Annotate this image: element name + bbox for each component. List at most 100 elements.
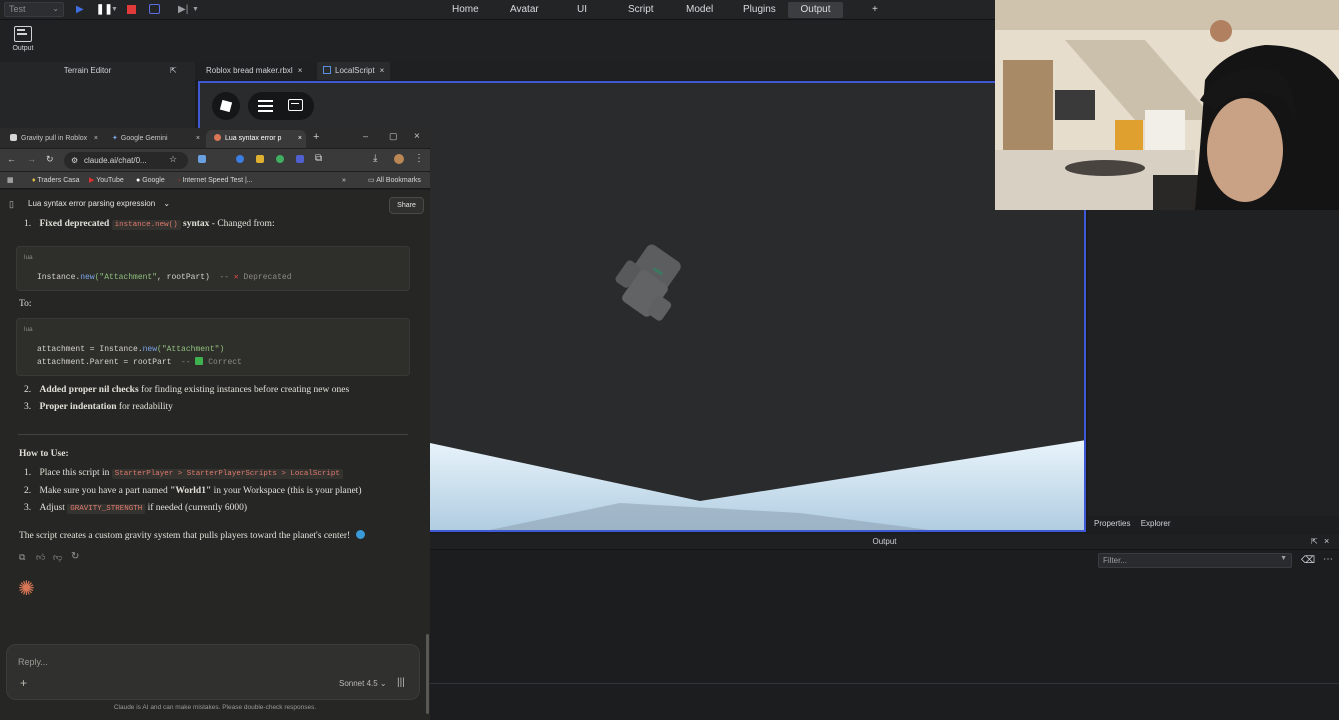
close-icon[interactable]: × bbox=[298, 130, 302, 148]
bookmark-label: Internet Speed Test |... bbox=[182, 177, 253, 184]
popout-icon[interactable]: ⇱ bbox=[170, 66, 177, 75]
extension-icon[interactable] bbox=[236, 155, 244, 163]
more-icon[interactable]: ⋮ bbox=[414, 153, 424, 164]
apps-icon[interactable]: ▦ bbox=[7, 172, 14, 189]
output-filter-input[interactable]: Filter... ▼ bbox=[1098, 553, 1292, 568]
code-token: , rootPart) bbox=[157, 273, 210, 282]
all-bookmarks[interactable]: ▭ All Bookmarks bbox=[368, 172, 421, 189]
tab-home[interactable]: Home bbox=[442, 2, 489, 18]
extension-icon[interactable] bbox=[256, 155, 264, 163]
retry-icon[interactable]: ↻ bbox=[71, 551, 79, 562]
to-label: To: bbox=[19, 299, 32, 309]
forward-icon[interactable]: → bbox=[27, 154, 36, 164]
doc-tab-place[interactable]: Roblox bread maker.rbxl × bbox=[200, 62, 308, 80]
bookmark-item[interactable]: ▶ YouTube bbox=[89, 172, 124, 189]
new-tab-icon[interactable]: + bbox=[313, 131, 319, 143]
code-language: lua bbox=[24, 254, 33, 261]
download-icon[interactable]: ⤓ bbox=[373, 153, 377, 164]
list-text: Make sure you have a part named bbox=[39, 486, 171, 496]
close-icon[interactable]: × bbox=[298, 66, 303, 75]
voice-icon[interactable]: ||| bbox=[397, 677, 405, 688]
extension-icon[interactable] bbox=[296, 155, 304, 163]
list-item: 2. Make sure you have a part named "Worl… bbox=[24, 486, 362, 496]
clear-output-icon[interactable]: ⌫ bbox=[1301, 555, 1315, 566]
screen-icon[interactable] bbox=[149, 4, 160, 14]
roblox-menu-button[interactable] bbox=[212, 92, 240, 120]
close-icon[interactable]: × bbox=[94, 130, 98, 148]
divider bbox=[18, 434, 408, 435]
site-settings-icon[interactable]: ⚙ bbox=[71, 152, 78, 169]
reply-input[interactable]: Reply... + Sonnet 4.5 ⌄ ||| bbox=[6, 644, 420, 700]
tab-properties[interactable]: Properties bbox=[1094, 519, 1130, 528]
browser-tab[interactable]: Gravity pull in Roblox × bbox=[2, 130, 102, 148]
ribbon bbox=[0, 20, 995, 62]
list-number: 2. bbox=[24, 486, 32, 496]
close-icon[interactable]: × bbox=[1324, 536, 1329, 546]
chevron-down-icon[interactable]: ▼ bbox=[192, 3, 199, 16]
extension-icon[interactable] bbox=[198, 155, 206, 163]
bookmark-item[interactable]: ◦ Internet Speed Test |... bbox=[178, 172, 253, 189]
puzzle-icon[interactable]: ⧉ bbox=[315, 153, 322, 164]
list-text: Adjust bbox=[39, 503, 65, 513]
tab-plugins[interactable]: Plugins bbox=[733, 2, 786, 18]
code-language: lua bbox=[24, 326, 33, 333]
hamburger-icon[interactable] bbox=[258, 100, 273, 112]
webcam-feed bbox=[995, 0, 1339, 210]
bold-text: Fixed deprecated bbox=[39, 219, 110, 229]
minimize-icon[interactable]: – bbox=[363, 131, 368, 141]
chat-icon[interactable] bbox=[288, 99, 303, 111]
close-icon[interactable]: × bbox=[196, 130, 200, 148]
back-icon[interactable]: ← bbox=[7, 154, 16, 164]
doc-tab-localscript[interactable]: LocalScript × bbox=[317, 62, 391, 80]
output-ribbon-button[interactable]: Output bbox=[8, 26, 38, 52]
avatar[interactable] bbox=[394, 154, 404, 164]
tab-model[interactable]: Model bbox=[676, 2, 723, 18]
stop-icon[interactable] bbox=[127, 5, 136, 14]
extension-icon[interactable] bbox=[276, 155, 284, 163]
chevron-down-icon[interactable]: ▼ bbox=[111, 3, 118, 16]
browser-tab-active[interactable]: Lua syntax error p × bbox=[206, 130, 306, 148]
step-icon[interactable]: ▶| bbox=[178, 3, 188, 16]
browser-tab[interactable]: ✦ Google Gemini × bbox=[104, 130, 204, 148]
bold-text: Added proper nil checks bbox=[39, 385, 139, 395]
cross-mark-icon: ✕ bbox=[233, 273, 239, 282]
copy-icon[interactable]: ⧉ bbox=[19, 552, 25, 563]
tab-explorer[interactable]: Explorer bbox=[1141, 519, 1171, 528]
code-token: attachment.Parent = rootPart bbox=[37, 358, 172, 367]
tab-script[interactable]: Script bbox=[618, 2, 664, 18]
claude-spark-icon: ✺ bbox=[18, 578, 35, 600]
list-number: 3. bbox=[24, 503, 32, 513]
scrollbar[interactable] bbox=[426, 634, 429, 714]
star-icon[interactable]: ☆ bbox=[169, 154, 177, 165]
close-window-icon[interactable]: × bbox=[414, 131, 420, 142]
thumbs-up-icon[interactable]: 👍︎ bbox=[36, 552, 45, 563]
tab-ui[interactable]: UI bbox=[567, 2, 597, 18]
maximize-icon[interactable]: ▢ bbox=[389, 131, 398, 142]
add-attachment-icon[interactable]: + bbox=[20, 676, 27, 690]
output-ribbon-label: Output bbox=[12, 45, 34, 52]
bookmark-item[interactable]: ♦ Traders Casa bbox=[32, 172, 80, 189]
close-icon[interactable]: × bbox=[380, 66, 385, 75]
doc-tab-label: LocalScript bbox=[335, 66, 375, 75]
share-button[interactable]: Share bbox=[389, 197, 424, 214]
bookmark-item[interactable]: ● Google bbox=[136, 172, 165, 189]
bookmark-icon: ♦ bbox=[32, 177, 36, 184]
thumbs-down-icon[interactable]: 👎︎ bbox=[53, 552, 62, 563]
tab-output[interactable]: Output bbox=[788, 2, 843, 18]
code-token: new bbox=[142, 345, 158, 354]
tab-avatar[interactable]: Avatar bbox=[500, 2, 549, 18]
model-selector[interactable]: Sonnet 4.5 ⌄ bbox=[339, 679, 387, 688]
more-icon[interactable]: ⋯ bbox=[1323, 554, 1333, 565]
sidebar-toggle-icon[interactable]: ▯ bbox=[9, 199, 14, 210]
bookmarks-bar: ▦ ♦ Traders Casa ▶ YouTube ● Google ◦ In… bbox=[0, 172, 430, 189]
tab-add[interactable]: + bbox=[862, 2, 888, 18]
chevron-right-icon[interactable]: » bbox=[342, 172, 346, 189]
popout-icon[interactable]: ⇱ bbox=[1311, 537, 1318, 546]
reload-icon[interactable]: ↻ bbox=[46, 154, 54, 165]
play-icon[interactable]: ▶ bbox=[76, 3, 84, 16]
conversation-title-button[interactable]: Lua syntax error parsing expression ⌄ bbox=[28, 199, 170, 208]
list-text: for finding existing instances before cr… bbox=[138, 385, 350, 395]
run-mode-dropdown[interactable]: Test ⌄ bbox=[4, 2, 64, 17]
script-icon bbox=[323, 66, 331, 74]
browser-tab-label: Google Gemini bbox=[120, 135, 168, 142]
